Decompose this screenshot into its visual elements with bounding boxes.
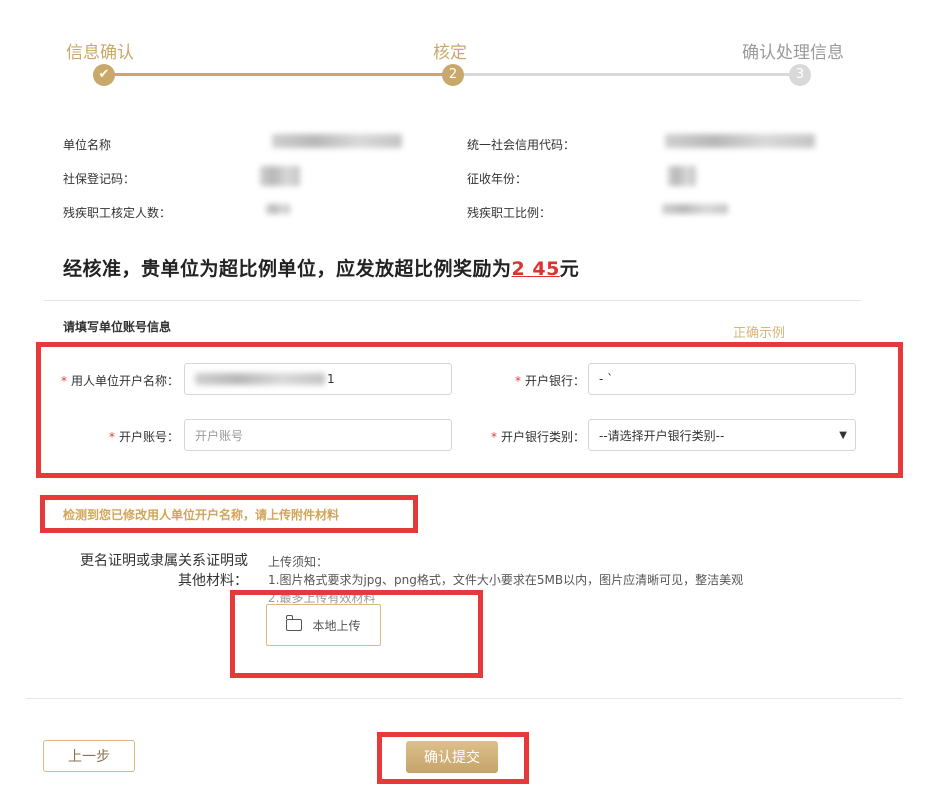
reward-amount: 2 45 [511,258,560,280]
disabled-ratio-value-redacted [662,204,728,214]
step-1-label: 信息确认 [66,43,134,63]
local-upload-label: 本地上传 [312,618,361,633]
account-name-value: 1 [327,372,335,386]
disabled-count-value-redacted [266,204,290,214]
bank-type-label: * 开户银行类别： [490,430,585,444]
attachment-label: 更名证明或隶属关系证明或 其他材料： [40,551,248,591]
local-upload-button[interactable]: 本地上传 [266,604,381,646]
account-number-label: * 开户账号： [108,430,179,444]
account-number-input[interactable]: 开户账号 [184,419,452,451]
amount-unit: 元 [559,258,580,280]
headline-text: 经核准，贵单位为超比例单位，应发放超比例奖励为 [63,258,512,280]
approval-headline: 经核准，贵单位为超比例单位，应发放超比例奖励为2 45元 [63,254,579,281]
step-3-badge: 3 [789,64,811,86]
step-3-label: 确认处理信息 [742,43,844,63]
rename-warning: 检测到您已修改用人单位开户名称，请上传附件材料 [63,508,340,522]
prev-step-button[interactable]: 上一步 [43,740,135,772]
credit-code-label: 统一社会信用代码： [467,138,576,152]
bank-input[interactable]: - ` [588,363,856,395]
disabled-count-label: 残疾职工核定人数： [63,206,172,220]
account-section-title: 请填写单位账号信息 [63,320,172,334]
upload-notice-1: 1.图片格式要求为jpg、png格式，文件大小要求在5MB以内，图片应清晰可见，… [268,573,744,587]
account-name-redacted [195,373,325,385]
bank-type-value: --请选择开户银行类别-- [599,428,725,443]
folder-icon [285,615,303,631]
account-name-label: * 用人单位开户名称： [60,374,179,388]
attachment-label-line1: 更名证明或隶属关系证明或 [80,553,248,569]
step-track-progress [104,73,454,76]
bank-type-select[interactable]: --请选择开户银行类别-- ▼ [588,419,856,451]
step-2-badge: 2 [442,64,464,86]
step-2-label: 核定 [433,43,467,63]
upload-notice-title: 上传须知： [268,555,329,569]
account-number-placeholder: 开户账号 [195,428,244,443]
credit-code-value-redacted [665,134,815,148]
collection-year-label: 征收年份： [467,172,528,186]
footer-divider [26,698,902,699]
bank-value: - ` [599,372,614,386]
step-1-check-icon: ✔ [93,64,115,86]
unit-name-value-redacted [272,134,402,148]
confirm-submit-button[interactable]: 确认提交 [406,741,498,773]
attachment-label-line2: 其他材料： [178,573,248,589]
unit-name-label: 单位名称 [63,138,112,152]
dropdown-arrow-icon: ▼ [839,430,847,441]
section-divider [44,300,861,301]
bank-label: * 开户银行： [514,374,585,388]
account-name-input[interactable]: 1 [184,363,452,395]
collection-year-value-redacted [668,166,696,186]
correct-example-link[interactable]: 正确示例 [733,322,785,341]
disabled-ratio-label: 残疾职工比例： [467,206,552,220]
social-security-value-redacted [260,166,300,186]
social-security-label: 社保登记码： [63,172,136,186]
